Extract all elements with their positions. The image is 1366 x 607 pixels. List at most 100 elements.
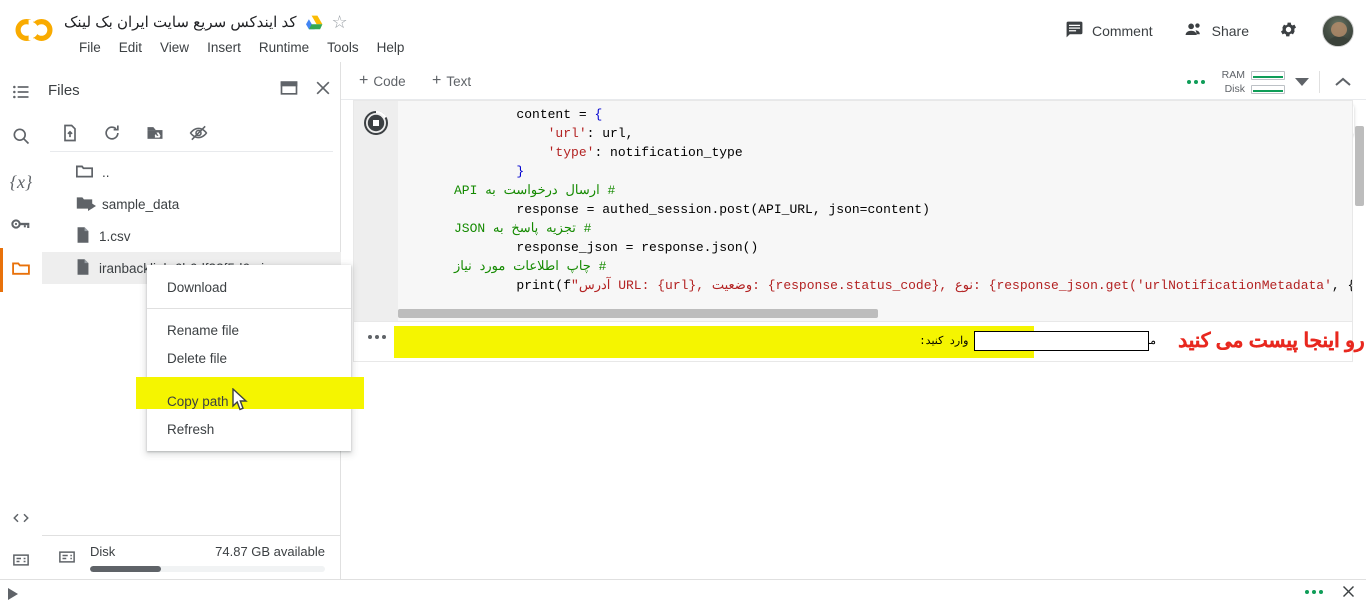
plus-icon: + xyxy=(432,72,442,89)
notebook-vertical-scrollbar[interactable] xyxy=(1355,126,1364,206)
runtime-busy-icon xyxy=(1187,80,1205,84)
left-icon-rail: {x} xyxy=(0,62,42,607)
disk-usage-footer: Disk 74.87 GB available xyxy=(42,535,341,579)
terminal-icon xyxy=(10,551,32,574)
close-icon[interactable] xyxy=(1341,584,1356,599)
comment-button[interactable]: Comment xyxy=(1059,16,1159,46)
mouse-cursor-icon xyxy=(232,387,249,417)
menu-runtime[interactable]: Runtime xyxy=(250,38,318,57)
file-name: sample_data xyxy=(102,196,180,212)
people-icon xyxy=(1183,20,1204,42)
sidebar-item-code-snippets[interactable] xyxy=(0,498,42,542)
context-menu-item-download[interactable]: Download xyxy=(147,273,351,301)
busy-indicator-icon xyxy=(1305,589,1323,594)
json-path-input[interactable] xyxy=(974,331,1149,351)
add-code-cell-button[interactable]: + Code xyxy=(353,71,412,91)
code-content[interactable]: content = { 'url': url, 'type': notifica… xyxy=(454,105,1352,295)
add-code-label: Code xyxy=(373,73,406,89)
menu-edit[interactable]: Edit xyxy=(110,38,151,57)
files-panel-title: Files xyxy=(48,81,80,99)
add-text-label: Text xyxy=(446,73,472,89)
context-menu-item-copy-path[interactable]: Copy path xyxy=(136,377,364,415)
disk-usage-bar-fill xyxy=(90,566,161,572)
bottom-bar xyxy=(0,579,1366,607)
files-panel-header: Files xyxy=(42,72,341,108)
variables-icon: {x} xyxy=(9,171,33,192)
menu-bar: File Edit View Insert Runtime Tools Help xyxy=(70,38,413,57)
colab-logo[interactable] xyxy=(14,13,54,47)
avatar[interactable] xyxy=(1322,15,1354,47)
context-menu-item-refresh[interactable]: Refresh xyxy=(147,415,351,443)
menu-file[interactable]: File xyxy=(70,38,110,57)
sidebar-item-files[interactable] xyxy=(0,248,42,292)
open-in-new-icon[interactable] xyxy=(279,78,299,98)
page-title[interactable]: کد ایندکس سریع سایت ایران بک لینک xyxy=(64,13,297,31)
run-cell-button[interactable] xyxy=(363,110,389,136)
close-icon[interactable] xyxy=(313,78,333,98)
top-right-actions: Comment Share xyxy=(1059,12,1354,50)
menu-view[interactable]: View xyxy=(151,38,198,57)
sidebar-item-variables[interactable]: {x} xyxy=(0,160,42,204)
file-row[interactable]: sample_data xyxy=(42,188,341,220)
file-icon xyxy=(76,226,90,246)
folder-icon xyxy=(10,258,32,283)
context-menu-item-rename-file[interactable]: Rename file xyxy=(147,316,351,344)
settings-button[interactable] xyxy=(1273,16,1304,46)
code-horizontal-scrollbar[interactable] xyxy=(398,309,878,318)
notebook-area: + Code + Text RAM Disk content = {'url'… xyxy=(341,62,1366,607)
resource-usage-indicator[interactable]: RAM Disk xyxy=(1219,69,1285,95)
file-icon xyxy=(76,258,90,278)
disk-available: 74.87 GB available xyxy=(215,544,325,559)
sidebar-item-secrets[interactable] xyxy=(0,204,42,248)
menu-help[interactable]: Help xyxy=(368,38,414,57)
expand-icon[interactable] xyxy=(8,587,18,605)
code-brackets-icon xyxy=(10,509,32,532)
gear-icon xyxy=(1279,20,1298,42)
disk-usage-bar xyxy=(1251,84,1285,94)
file-row[interactable]: 1.csv xyxy=(42,220,341,252)
notebook-toolbar: + Code + Text RAM Disk xyxy=(341,62,1366,100)
list-icon xyxy=(11,82,31,107)
notebook-title-row: کد ایندکس سریع سایت ایران بک لینک ☆ xyxy=(64,9,348,35)
sidebar-item-table-of-contents[interactable] xyxy=(0,72,42,116)
top-bar: کد ایندکس سریع سایت ایران بک لینک ☆ File… xyxy=(0,0,1366,62)
context-menu-item-delete-file[interactable]: Delete file xyxy=(147,344,351,372)
notebook-toolbar-right: RAM Disk xyxy=(1187,66,1356,98)
add-text-cell-button[interactable]: + Text xyxy=(426,71,477,91)
refresh-icon[interactable] xyxy=(102,123,122,143)
files-toolbar xyxy=(50,114,333,152)
plus-icon: + xyxy=(359,72,369,89)
file-row[interactable]: .. xyxy=(42,156,341,188)
files-panel-header-actions xyxy=(279,78,333,98)
share-button[interactable]: Share xyxy=(1177,16,1255,46)
more-horiz-icon[interactable] xyxy=(368,335,386,339)
folder-up-icon xyxy=(75,164,94,181)
search-icon xyxy=(11,126,31,151)
sidebar-item-terminal[interactable] xyxy=(0,540,42,584)
bottom-bar-right xyxy=(1305,584,1356,599)
key-icon xyxy=(10,214,32,239)
mount-drive-icon[interactable] xyxy=(144,123,166,143)
disk-usage-line: Disk xyxy=(1219,83,1285,95)
annotation-paste-here: کد رو اینجا پیست می کنید xyxy=(1178,330,1366,352)
code-cell-body: content = { 'url': url, 'type': notifica… xyxy=(353,100,1353,322)
cell-output-form: مسیر فایل JSON حساب سرویس را وارد کنید: … xyxy=(353,322,1366,362)
eye-off-icon[interactable] xyxy=(188,123,209,143)
menu-divider xyxy=(147,308,351,309)
file-context-menu: Download Rename file Delete file Copy pa… xyxy=(136,265,364,451)
menu-insert[interactable]: Insert xyxy=(198,38,250,57)
upload-file-icon[interactable] xyxy=(60,123,80,143)
context-menu-item-label: Copy path xyxy=(167,393,229,409)
star-icon[interactable]: ☆ xyxy=(332,13,348,31)
disk-usage-row: Disk 74.87 GB available xyxy=(42,544,341,559)
google-drive-icon[interactable] xyxy=(305,15,323,30)
chevron-up-icon[interactable] xyxy=(1330,76,1356,88)
chevron-down-icon[interactable] xyxy=(1295,77,1309,87)
file-name: 1.csv xyxy=(99,228,131,244)
menu-tools[interactable]: Tools xyxy=(318,38,368,57)
code-cell: content = { 'url': url, 'type': notifica… xyxy=(353,100,1366,362)
comment-label: Comment xyxy=(1091,23,1153,39)
sidebar-item-find-and-replace[interactable] xyxy=(0,116,42,160)
share-label: Share xyxy=(1211,23,1249,39)
chevron-right-icon[interactable] xyxy=(88,199,98,211)
